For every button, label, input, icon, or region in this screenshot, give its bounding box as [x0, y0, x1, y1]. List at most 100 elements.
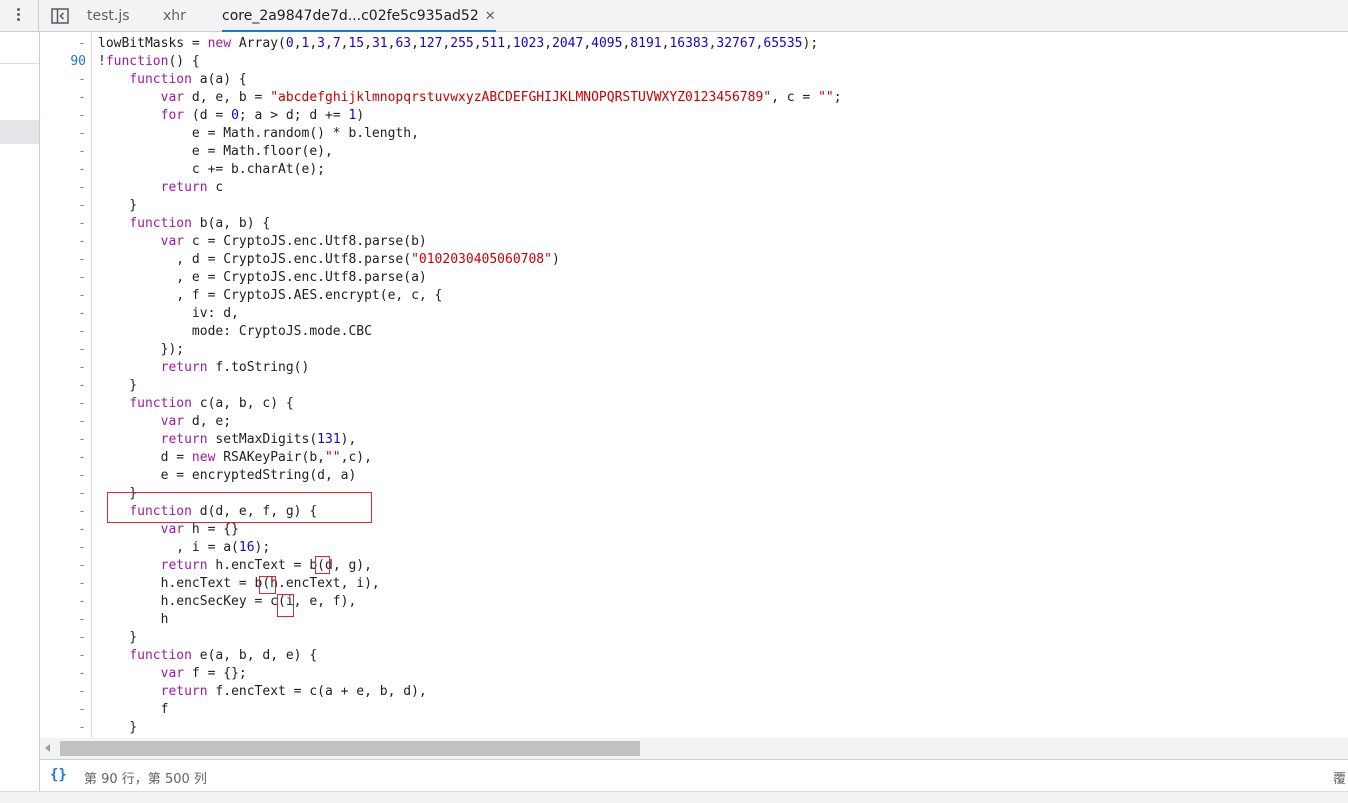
code-text: , d = CryptoJS.enc.Utf8.parse("010203040…	[98, 252, 560, 267]
line-number[interactable]: -	[40, 161, 86, 179]
line-number[interactable]: -	[40, 341, 86, 359]
line-number[interactable]: -	[40, 287, 86, 305]
line-number[interactable]: -	[40, 467, 86, 485]
code-text: h	[98, 612, 169, 627]
toggle-navigator-icon[interactable]	[50, 6, 70, 26]
navigator-divider	[0, 63, 39, 64]
code-text: c += b.charAt(e);	[98, 162, 325, 177]
code-text: e = Math.floor(e),	[98, 144, 333, 159]
line-number[interactable]: -	[40, 215, 86, 233]
code-text: mode: CryptoJS.mode.CBC	[98, 324, 372, 339]
line-number[interactable]: -	[40, 125, 86, 143]
line-number[interactable]: -	[40, 557, 86, 575]
tab-xhr[interactable]: xhr	[163, 0, 186, 32]
line-number[interactable]: -	[40, 665, 86, 683]
line-number[interactable]: -	[40, 611, 86, 629]
scroll-thumb[interactable]	[60, 741, 640, 756]
code-text: function e(a, b, d, e) {	[129, 648, 318, 663]
code-text: h.encText = b(h.encText, i),	[98, 576, 380, 591]
code-text: function a(a) {	[129, 72, 247, 87]
close-icon[interactable]: ✕	[485, 1, 496, 33]
tab-bar: test.js xhr core_2a9847de7d...c02fe5c935…	[0, 0, 1348, 32]
horizontal-scrollbar[interactable]	[40, 738, 1348, 759]
code-text: , f = CryptoJS.AES.encrypt(e, c, {	[98, 288, 443, 303]
line-number[interactable]: -	[40, 305, 86, 323]
highlight-box-b-call-1	[315, 556, 330, 574]
code-text: e = encryptedString(d, a)	[98, 468, 357, 483]
line-number[interactable]: -	[40, 503, 86, 521]
line-number[interactable]: -	[40, 521, 86, 539]
code-text: d = new RSAKeyPair(b,"",c),	[98, 450, 372, 465]
line-number[interactable]: -	[40, 179, 86, 197]
line-number[interactable]: -	[40, 701, 86, 719]
line-number[interactable]: -	[40, 539, 86, 557]
status-right-text[interactable]: 覆	[1333, 768, 1346, 787]
code-editor[interactable]: - lowBitMasks = new Array(0,1,3,7,15,31,6…	[40, 32, 1348, 738]
line-number[interactable]: -	[40, 575, 86, 593]
code-text: }	[98, 720, 138, 735]
line-number[interactable]: -	[40, 377, 86, 395]
code-text: !function() {	[98, 54, 200, 69]
code-text: }	[98, 378, 138, 393]
code-text: function c(a, b, c) {	[129, 396, 294, 411]
code-text: var h = {}	[160, 522, 239, 537]
tab-label: core_2a9847de7d...c02fe5c935ad52	[222, 8, 479, 24]
scroll-left-arrow-icon[interactable]	[45, 744, 50, 752]
code-text: iv: d,	[98, 306, 239, 321]
line-number[interactable]: -	[40, 197, 86, 215]
code-text: var d, e;	[160, 414, 232, 429]
code-text: lowBitMasks = new Array(0,1,3,7,15,31,63…	[98, 36, 819, 51]
code-text: , i = a(16);	[98, 540, 271, 555]
gutter-divider	[91, 32, 92, 738]
code-text: e = Math.random() * b.length,	[98, 126, 419, 141]
tab-bar-divider	[38, 0, 39, 32]
code-text: for (d = 0; a > d; d += 1)	[160, 108, 365, 123]
file-navigator	[0, 32, 40, 791]
line-number[interactable]: -	[40, 647, 86, 665]
tab-label: xhr	[163, 8, 186, 24]
code-text: });	[98, 342, 185, 357]
line-number[interactable]: -	[40, 413, 86, 431]
code-text: return h.encText = b(d, g),	[160, 558, 372, 573]
line-number[interactable]: -	[40, 449, 86, 467]
pretty-print-icon[interactable]: {}	[50, 767, 67, 783]
code-text: return setMaxDigits(131),	[160, 432, 357, 447]
tab-test-js[interactable]: test.js	[87, 0, 130, 32]
line-number[interactable]: -	[40, 35, 86, 53]
line-number[interactable]: -	[40, 431, 86, 449]
line-number[interactable]: -	[40, 485, 86, 503]
line-number[interactable]: -	[40, 683, 86, 701]
line-number[interactable]: -	[40, 323, 86, 341]
line-number[interactable]: -	[40, 107, 86, 125]
line-number[interactable]: -	[40, 719, 86, 737]
code-text: h.encSecKey = c(i, e, f),	[98, 594, 357, 609]
more-options-icon[interactable]	[9, 6, 27, 26]
line-number[interactable]: -	[40, 251, 86, 269]
code-text: , e = CryptoJS.enc.Utf8.parse(a)	[98, 270, 427, 285]
code-text: }	[98, 198, 138, 213]
code-text: var c = CryptoJS.enc.Utf8.parse(b)	[160, 234, 427, 249]
highlight-box-function-d	[107, 492, 372, 523]
tab-label: test.js	[87, 8, 130, 24]
code-text: return c	[160, 180, 224, 195]
code-text: return f.toString()	[160, 360, 310, 375]
code-text: var f = {};	[160, 666, 247, 681]
bottom-strip	[0, 791, 1348, 803]
tab-core-js[interactable]: core_2a9847de7d...c02fe5c935ad52 ✕	[222, 0, 496, 32]
line-number[interactable]: -	[40, 359, 86, 377]
line-number[interactable]: -	[40, 233, 86, 251]
line-number[interactable]: -	[40, 629, 86, 647]
highlight-box-c-call	[277, 594, 294, 617]
line-number[interactable]: 90	[40, 53, 86, 71]
line-number[interactable]: -	[40, 593, 86, 611]
highlight-box-b-call-2	[259, 576, 276, 594]
status-bar: {} 第 90 行，第 500 列 覆	[40, 759, 1348, 791]
line-number[interactable]: -	[40, 71, 86, 89]
line-number[interactable]: -	[40, 143, 86, 161]
line-number[interactable]: -	[40, 269, 86, 287]
code-text: var d, e, b = "abcdefghijklmnopqrstuvwxy…	[160, 90, 842, 105]
line-number[interactable]: -	[40, 89, 86, 107]
line-number[interactable]: -	[40, 395, 86, 413]
navigator-selected-item[interactable]	[0, 120, 39, 144]
code-text: f	[98, 702, 169, 717]
